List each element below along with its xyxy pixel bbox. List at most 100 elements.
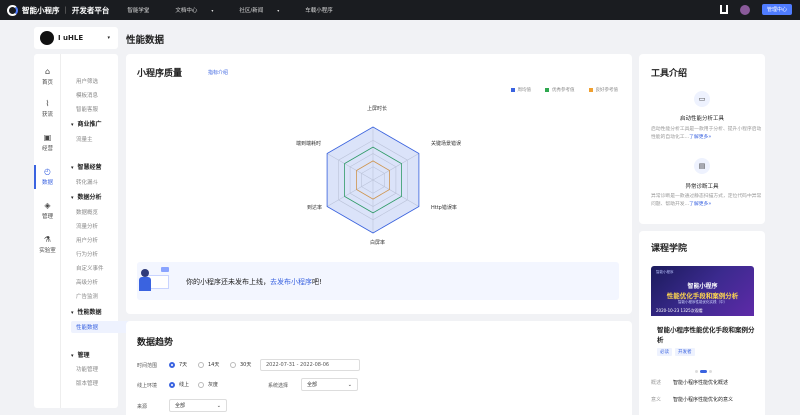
menu-item-template-msg[interactable]: 模板消息 <box>76 91 98 99</box>
chevron-down-icon: ⌄ <box>216 402 221 409</box>
menu-item-overview[interactable]: 数据概览 <box>76 208 98 216</box>
menu-item-traffic-analysis[interactable]: 流量分析 <box>76 222 98 230</box>
menu-item-feature-manage[interactable]: 功能管理 <box>76 365 98 373</box>
tool-name-diagnosis[interactable]: 异常诊断工具 <box>639 182 765 190</box>
clock-icon: ◴ <box>44 167 51 176</box>
menu-item-user-filter[interactable]: 用户筛选 <box>76 77 98 85</box>
carousel-dots[interactable] <box>695 370 714 373</box>
learn-more-link[interactable]: 了解更多» <box>689 202 711 207</box>
menu-item-ad-monitor[interactable]: 广告监测 <box>76 292 98 300</box>
brand-separator: | <box>64 6 67 14</box>
source-label: 来源 <box>137 404 148 410</box>
tool-desc-diagnosis: 异常诊断是一款通过静态扫描方式，定位代码中异常问题、帮助开发...了解更多» <box>651 194 762 207</box>
layers-icon: ◈ <box>44 201 51 210</box>
date-range-input[interactable]: 2022-07-31 - 2022-08-06 <box>260 359 360 371</box>
chevron-down-icon: ▾ <box>211 8 214 13</box>
menu-group-analysis[interactable]: 数据分析 <box>71 192 102 201</box>
publish-banner-text: 你的小程序还未发布上线，去发布小程序吧! <box>186 278 322 286</box>
top-nav: 智能学堂 文档中心 ▾ 社区/新闻 ▾ 车载小程序 <box>127 6 358 14</box>
env-radio-online[interactable]: 线上 <box>169 381 189 388</box>
menu-item-advanced-analysis[interactable]: 高级分析 <box>76 278 98 286</box>
course-card: 课程学院 智能小程序 智能小程序 性能优化手段和案例分析 智能小程序性能优化实践… <box>639 231 765 415</box>
radar-label-screen-time: 上屏时长 <box>367 106 388 112</box>
nav-item-docs[interactable]: 文档中心 ▾ <box>175 6 226 14</box>
course-img-date: 2020-10-23 1325次观看 <box>656 308 703 313</box>
trend-card: 数据趋势 时间范围 7天 14天 30天 2022-07-31 - 2022-0… <box>126 321 632 415</box>
env-label: 线上环境 <box>137 383 158 389</box>
menu-group-perf[interactable]: 性能数据 <box>71 307 102 316</box>
menu-item-smart-service[interactable]: 智能客服 <box>76 105 98 113</box>
menu-group-smart[interactable]: 智慧经营 <box>71 162 102 171</box>
top-bar: 智能小程序 | 开发者平台 智能学堂 文档中心 ▾ 社区/新闻 ▾ 车载小程序 管理… <box>0 0 800 20</box>
menu-item-traffic-owner[interactable]: 流量主 <box>76 135 93 143</box>
course-tag: 必读 <box>657 348 672 356</box>
tools-title: 工具介绍 <box>651 69 688 79</box>
trend-title: 数据趋势 <box>137 338 174 348</box>
tool-desc-startup: 启动性能分析工具是一款用于分析、提升小程序启动性能的自动化工...了解更多» <box>651 127 762 140</box>
course-row[interactable]: 意义 智能小程序性能优化的意义 <box>651 396 733 403</box>
chevron-down-icon: ▾ <box>107 35 110 41</box>
radar-label-e2e-time: 端到端耗时 <box>296 141 322 147</box>
brand-name[interactable]: 智能小程序 <box>22 5 60 16</box>
chevron-down-icon: ⌄ <box>347 381 352 388</box>
board-icon: ▣ <box>43 133 52 142</box>
source-select[interactable]: 全部 ⌄ <box>169 399 227 412</box>
course-img-line2: 性能优化手段和案例分析 <box>666 292 739 300</box>
menu-item-behavior-analysis[interactable]: 行为分析 <box>76 250 98 258</box>
course-img-line1: 智能小程序 <box>687 283 718 290</box>
rail-item-manage[interactable]: ◈ 管理 <box>34 201 61 221</box>
time-range-label: 时间范围 <box>137 363 158 369</box>
time-radio-14d[interactable]: 14天 <box>198 361 219 368</box>
radar-label-key-errors: 关键场景错误 <box>431 141 462 147</box>
sidebar-rail: ⌂ 首页 ⌇ 获流 ▣ 经营 ◴ 数据 ◈ 管理 ⚗ 实验室 <box>34 54 61 408</box>
developer-illustration <box>139 265 169 299</box>
menu-item-user-analysis[interactable]: 用户分析 <box>76 236 98 244</box>
course-img-brand: 智能小程序 <box>656 270 674 274</box>
publish-link[interactable]: 去发布小程序 <box>270 278 312 286</box>
time-radio-30d[interactable]: 30天 <box>230 361 251 368</box>
menu-group-manage[interactable]: 管理 <box>71 350 90 359</box>
tools-card: 工具介绍 ▭ 启动性能分析工具 启动性能分析工具是一款用于分析、提升小程序启动性… <box>639 54 765 224</box>
rail-item-lab[interactable]: ⚗ 实验室 <box>34 236 61 255</box>
time-radio-7d[interactable]: 7天 <box>169 361 187 368</box>
monitor-icon: ▭ <box>694 91 710 107</box>
menu-item-custom-event[interactable]: 自定义事件 <box>76 264 104 272</box>
top-right: 管理中心 <box>719 4 792 15</box>
manage-center-button[interactable]: 管理中心 <box>761 4 792 15</box>
account-name: I uHLE <box>58 34 84 42</box>
course-name[interactable]: 智能小程序性能优化手段和案例分析 <box>657 325 755 345</box>
learn-more-link[interactable]: 了解更多» <box>689 135 711 140</box>
tool-name-startup[interactable]: 启动性能分析工具 <box>639 114 765 122</box>
platform-name[interactable]: 开发者平台 <box>72 5 110 16</box>
user-avatar[interactable] <box>739 4 750 15</box>
course-banner-image[interactable]: 智能小程序 智能小程序 性能优化手段和案例分析 智能小程序性能优化实践（中） 2… <box>651 266 754 316</box>
menu-item-version-manage[interactable]: 版本管理 <box>76 379 98 387</box>
nav-item-car[interactable]: 车载小程序 <box>305 6 346 14</box>
account-switcher[interactable]: I uHLE ▾ <box>34 27 118 49</box>
rail-item-home[interactable]: ⌂ 首页 <box>34 67 61 87</box>
radar-chart <box>326 126 420 234</box>
radar-label-arrival: 到达率 <box>307 205 323 211</box>
chevron-down-icon: ▾ <box>277 8 280 13</box>
u-icon[interactable] <box>719 5 728 14</box>
rail-item-traffic[interactable]: ⌇ 获流 <box>34 99 61 119</box>
course-title: 课程学院 <box>651 244 688 254</box>
env-radio-gray[interactable]: 灰度 <box>198 381 218 388</box>
briefcase-icon: ▤ <box>694 158 710 174</box>
sidebar: ⌂ 首页 ⌇ 获流 ▣ 经营 ◴ 数据 ◈ 管理 ⚗ 实验室 用户筛选 模板消息 智能客服 … <box>34 54 147 408</box>
account-avatar <box>40 31 54 45</box>
course-tag: 开发者 <box>675 348 695 356</box>
menu-item-funnel[interactable]: 转化漏斗 <box>76 178 98 186</box>
home-icon: ⌂ <box>44 67 51 76</box>
system-select[interactable]: 全部 ⌄ <box>301 378 358 391</box>
logo-icon[interactable] <box>7 4 18 16</box>
nav-item-academy[interactable]: 智能学堂 <box>127 6 162 14</box>
radar-label-white-screen: 白屏率 <box>370 240 386 246</box>
nav-item-community[interactable]: 社区/新闻 ▾ <box>239 6 292 14</box>
radar-avg-polygon <box>326 126 420 234</box>
rail-item-operate[interactable]: ▣ 经营 <box>34 133 61 153</box>
chart-icon: ⌇ <box>45 99 50 108</box>
rail-item-data[interactable]: ◴ 数据 <box>34 165 61 189</box>
menu-group-business[interactable]: 商业推广 <box>71 119 102 128</box>
course-row[interactable]: 概述 智能小程序性能优化概述 <box>651 379 728 386</box>
